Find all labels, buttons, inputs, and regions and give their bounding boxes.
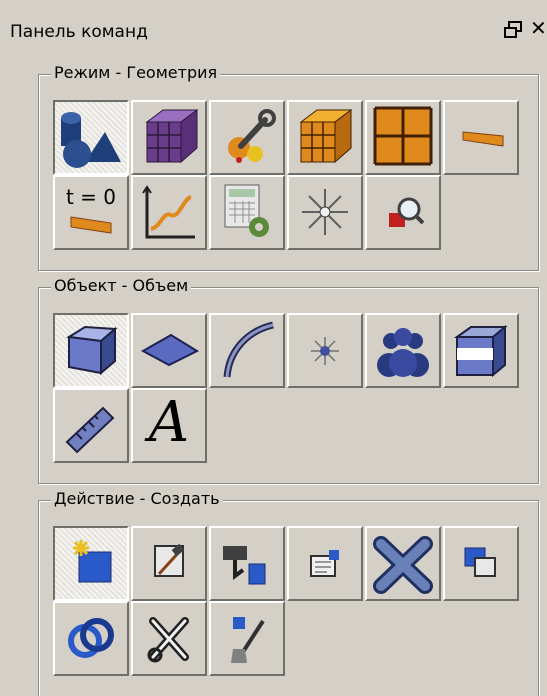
create-new-icon — [73, 540, 112, 583]
geometry-mesh-button[interactable] — [131, 100, 207, 175]
geometry-time-zero-button[interactable]: t = 0 — [53, 175, 129, 250]
vertex-star-icon — [302, 189, 348, 235]
volume-cube-icon — [66, 325, 118, 376]
solids-icon — [61, 112, 121, 168]
geometry-vertex-button[interactable] — [287, 175, 363, 250]
geometry-hex-mesh-button[interactable] — [287, 100, 363, 175]
action-clean-button[interactable] — [209, 601, 285, 676]
geometry-face-button[interactable] — [365, 100, 441, 175]
orange-edge-strip-icon — [462, 131, 504, 147]
orange-strip-icon — [70, 216, 112, 234]
properties-icon — [310, 550, 339, 577]
object-group-button[interactable] — [365, 313, 441, 388]
delete-x-icon — [373, 536, 433, 594]
modify-hammer-icon — [154, 543, 185, 577]
panel-title: Панель команд — [10, 22, 148, 42]
action-properties-button[interactable] — [287, 526, 363, 601]
geometry-graph-button[interactable] — [131, 175, 207, 250]
orange-mesh-cube-icon — [299, 109, 353, 164]
graph-curve-icon — [142, 185, 195, 239]
boolean-circles-icon — [68, 618, 114, 658]
group-object-volume: Объект - Объем A — [38, 276, 539, 484]
group-mode-geometry: Режим - Геометрия t = 0 — [38, 63, 539, 271]
geometry-tools-button[interactable] — [209, 100, 285, 175]
action-create-button[interactable] — [53, 526, 129, 601]
wrench-tools-icon — [228, 109, 276, 163]
copy-boxes-icon — [464, 547, 496, 577]
object-vertex-button[interactable] — [287, 313, 363, 388]
scissors-icon — [147, 617, 189, 663]
object-volume-button[interactable] — [53, 313, 129, 388]
group-label-mode-geometry: Режим - Геометрия — [51, 63, 221, 82]
object-face-button[interactable] — [131, 313, 207, 388]
orange-grid-face-icon — [373, 106, 433, 166]
magnifier-icon — [389, 197, 425, 227]
group-label-object-volume: Объект - Объем — [51, 276, 192, 295]
group-people-icon — [377, 328, 429, 377]
text-tool-label: A — [148, 390, 190, 455]
face-diamond-icon — [140, 333, 200, 367]
float-window-icon[interactable] — [503, 20, 523, 40]
panel-titlebar: Панель команд ✕ — [0, 0, 547, 60]
action-delete-button[interactable] — [365, 526, 441, 601]
action-split-button[interactable] — [131, 601, 207, 676]
group-action-create: Действие - Создать — [38, 489, 539, 696]
action-move-button[interactable] — [209, 526, 285, 601]
object-edge-button[interactable] — [209, 313, 285, 388]
calculator-gear-icon — [224, 184, 269, 237]
purple-mesh-cube-icon — [145, 109, 199, 164]
action-modify-button[interactable] — [131, 526, 207, 601]
ruler-icon — [65, 406, 115, 454]
move-copy-icon — [223, 546, 266, 585]
geometry-edge-button[interactable] — [443, 100, 519, 175]
broom-cube-icon — [231, 617, 265, 663]
action-boolean-button[interactable] — [53, 601, 129, 676]
object-measure-button[interactable] — [53, 388, 129, 463]
object-body-button[interactable] — [443, 313, 519, 388]
group-label-action-create: Действие - Создать — [51, 489, 223, 508]
geometry-inspect-button[interactable] — [365, 175, 441, 250]
geometry-calculator-button[interactable] — [209, 175, 285, 250]
object-text-button[interactable]: A — [131, 388, 207, 463]
vertex-point-icon — [311, 337, 339, 365]
striped-cube-icon — [453, 324, 508, 378]
curve-edge-icon — [223, 321, 274, 378]
close-icon[interactable]: ✕ — [530, 16, 547, 40]
action-copy-button[interactable] — [443, 526, 519, 601]
geometry-solids-button[interactable] — [53, 100, 129, 175]
